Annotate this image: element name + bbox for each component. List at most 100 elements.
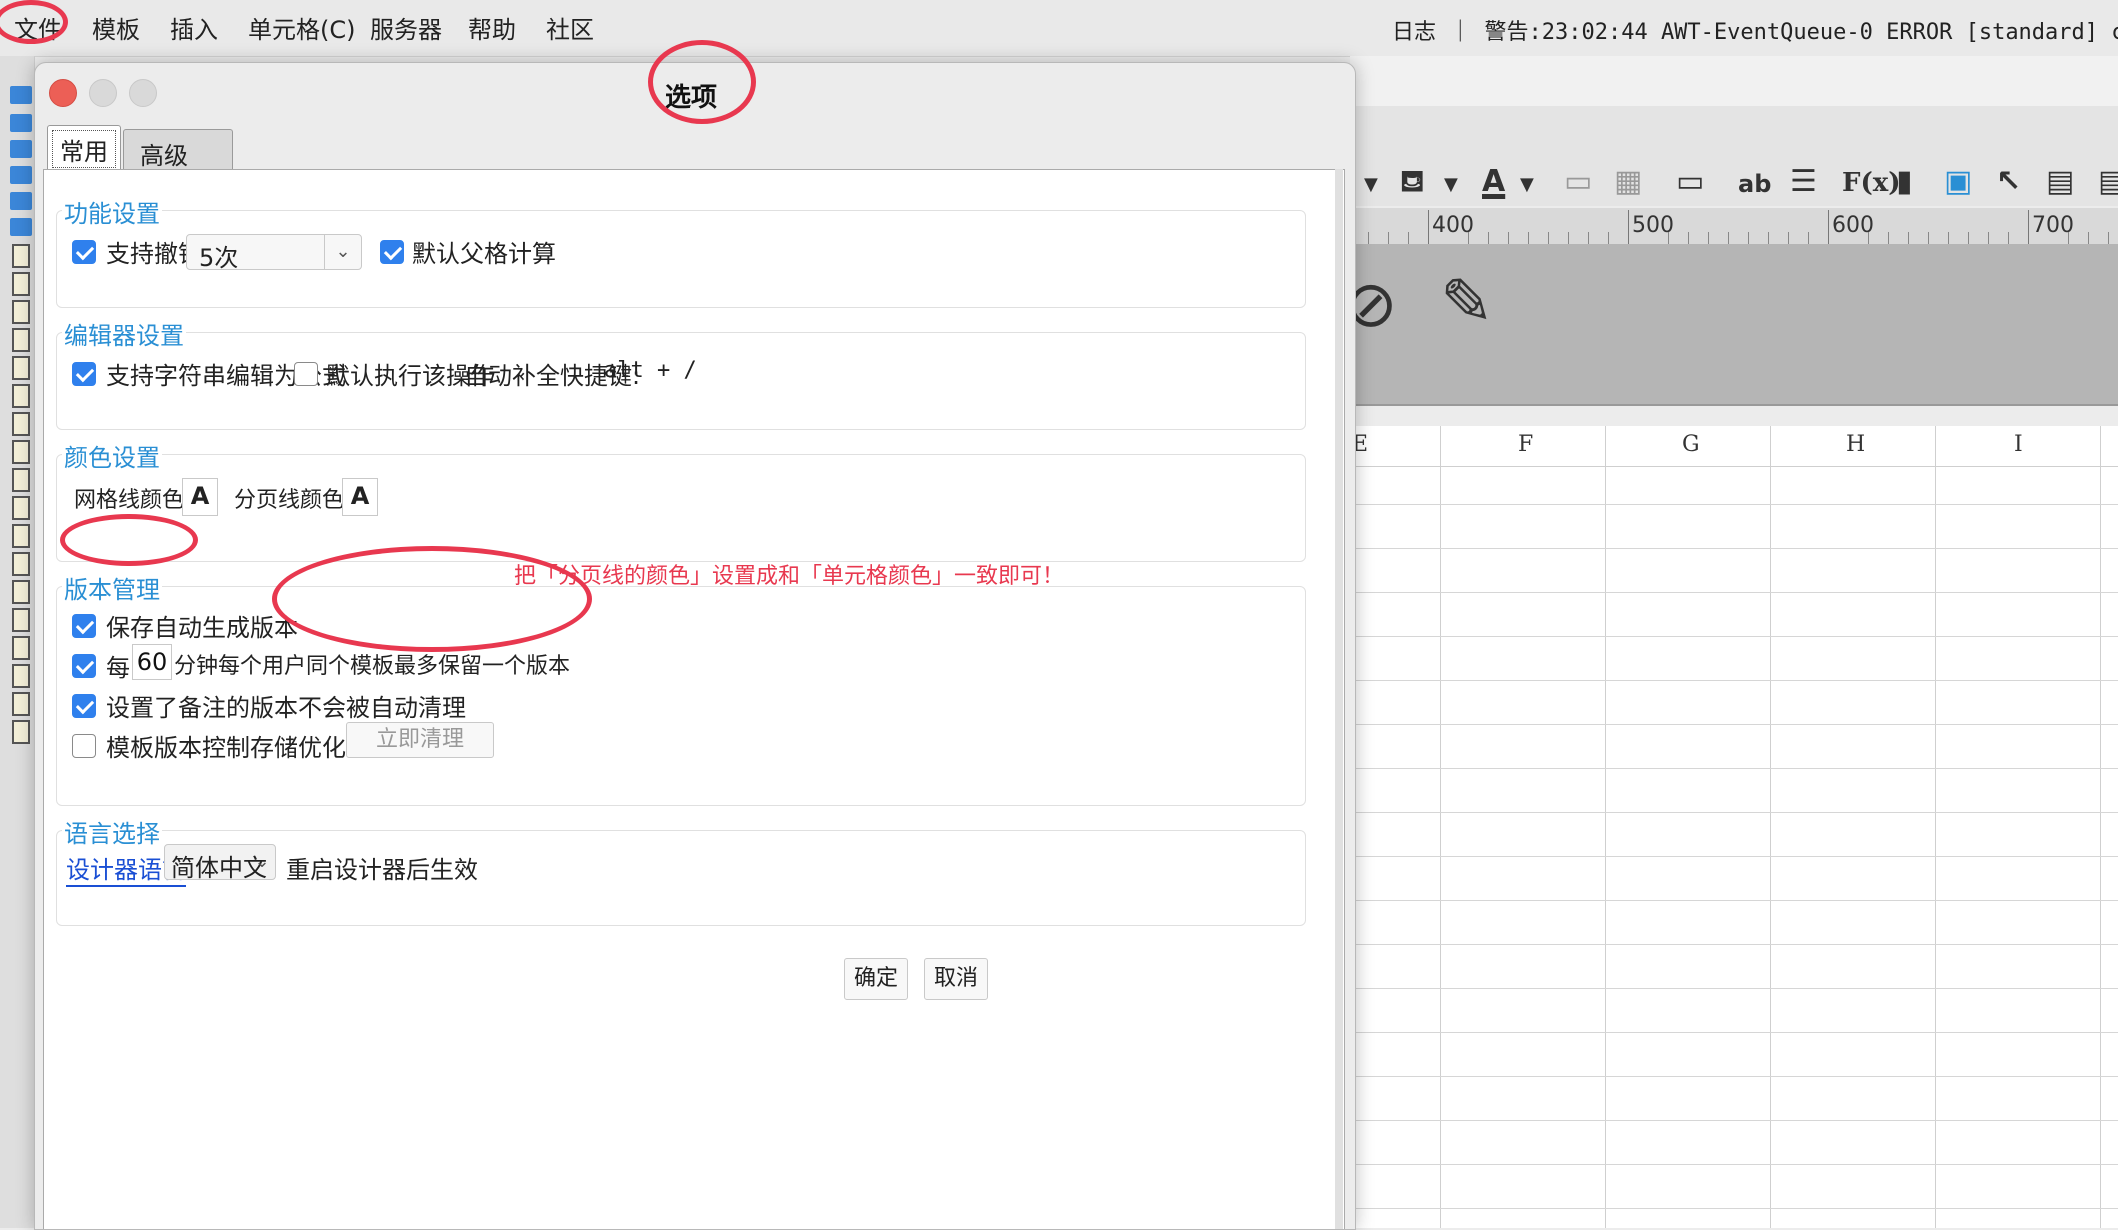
folder-icon[interactable] — [10, 218, 32, 236]
spreadsheet-grid[interactable] — [1350, 426, 2118, 1228]
paint-bucket-icon[interactable]: ⛾ — [1400, 164, 1425, 203]
file-icon[interactable] — [12, 440, 30, 464]
annotation-ellipse-page-line-color — [272, 546, 592, 652]
file-icon[interactable] — [12, 468, 30, 492]
undo-count-select[interactable]: 5次 ⌄ — [186, 234, 362, 272]
folder-icon[interactable] — [10, 114, 32, 132]
merge-icon[interactable]: ▭ — [1676, 164, 1704, 199]
chevron-down-icon[interactable]: ⌄ — [249, 845, 275, 879]
column-label[interactable]: I — [2014, 432, 2023, 457]
clean-now-button[interactable]: 立即清理 — [346, 722, 494, 758]
grid-icon[interactable]: ▦ — [1614, 164, 1642, 199]
file-icon[interactable] — [12, 636, 30, 660]
file-icon[interactable] — [12, 608, 30, 632]
image-icon[interactable]: ▣ — [1944, 164, 1972, 199]
chevron-down-icon[interactable]: ▼ — [1444, 174, 1458, 195]
file-icon[interactable] — [12, 720, 30, 744]
options-dialog: 选项 常用 高级 功能设置 支持撤销 5次 ⌄ 默认父格计算 编辑器设置 支持字… — [34, 62, 1356, 1230]
annotation-ellipse-color-settings — [60, 514, 198, 566]
column-header: E F G H I — [1350, 426, 2118, 467]
menu-cell[interactable]: 单元格(C) — [248, 10, 355, 45]
parent-calc-checkbox[interactable] — [380, 240, 404, 264]
file-icon[interactable] — [12, 496, 30, 520]
function-settings-title: 功能设置 — [62, 194, 162, 229]
string-formula-checkbox[interactable] — [72, 362, 96, 386]
minimize-button[interactable] — [89, 79, 117, 107]
tab-general[interactable]: 常用 — [47, 125, 121, 170]
chevron-down-icon[interactable]: ⌄ — [324, 235, 361, 269]
language-select[interactable]: 简体中文 ⌄ — [164, 844, 276, 882]
remark-protect-checkbox[interactable] — [72, 694, 96, 718]
file-icon[interactable] — [12, 692, 30, 716]
file-icon[interactable] — [12, 664, 30, 688]
color-settings-title: 颜色设置 — [62, 438, 162, 473]
grid-line-color-button[interactable]: A — [182, 478, 218, 516]
tab-content-panel: 功能设置 支持撤销 5次 ⌄ 默认父格计算 编辑器设置 支持字符串编辑为公式 默… — [43, 169, 1345, 1229]
font-color-icon[interactable]: A — [1482, 164, 1505, 199]
menu-server[interactable]: 服务器 — [370, 10, 442, 45]
file-icon[interactable] — [12, 356, 30, 380]
version-interval-checkbox[interactable] — [72, 654, 96, 678]
formula-icon[interactable]: F(x) — [1842, 168, 1901, 198]
column-label[interactable]: G — [1682, 432, 1700, 457]
maximize-button[interactable] — [129, 79, 157, 107]
default-exec-checkbox[interactable] — [294, 362, 318, 386]
menu-insert[interactable]: 插入 — [170, 10, 218, 45]
folder-icon[interactable] — [10, 86, 32, 104]
ruler: 400 500 600 700 — [1350, 208, 2118, 245]
page-line-color-button[interactable]: A — [342, 478, 378, 516]
minutes-input[interactable]: 60 — [132, 644, 172, 680]
pencil-icon[interactable]: ✎ — [1440, 266, 1494, 340]
widget-panel: ⊘ ✎ — [1344, 244, 2118, 406]
auto-version-label: 保存自动生成版本 — [106, 614, 298, 642]
column-label[interactable]: F — [1518, 432, 1533, 457]
folder-icon[interactable] — [10, 166, 32, 184]
ok-button[interactable]: 确定 — [844, 958, 908, 1000]
folder-icon[interactable] — [10, 140, 32, 158]
restart-note: 重启设计器后生效 — [286, 856, 478, 884]
file-icon[interactable] — [12, 272, 30, 296]
version-management-title: 版本管理 — [62, 570, 162, 605]
menu-template[interactable]: 模板 — [92, 10, 140, 45]
chevron-down-icon[interactable]: ▼ — [1520, 174, 1534, 195]
tab-advanced[interactable]: 高级 — [123, 129, 233, 170]
storage-optimize-checkbox[interactable] — [72, 734, 96, 758]
auto-version-checkbox[interactable] — [72, 614, 96, 638]
cancel-button[interactable]: 取消 — [924, 958, 988, 1000]
file-icon[interactable] — [12, 328, 30, 352]
file-icon[interactable] — [12, 524, 30, 548]
folder-icon[interactable] — [10, 192, 32, 210]
close-button[interactable] — [49, 79, 77, 107]
menu-help[interactable]: 帮助 — [468, 10, 516, 45]
dialog-scrollbar[interactable] — [1335, 169, 1343, 1229]
every-label: 每 — [106, 654, 130, 682]
remark-protect-label: 设置了备注的版本不会被自动清理 — [106, 694, 466, 722]
page-line-color-label: 分页线颜色: — [234, 488, 352, 513]
parent-calc-label: 默认父格计算 — [412, 240, 556, 268]
slash-icon[interactable]: ↖ — [1996, 164, 2021, 199]
text-ab-icon[interactable]: ab — [1738, 170, 1771, 198]
undo-checkbox[interactable] — [72, 240, 96, 264]
file-icon[interactable] — [12, 412, 30, 436]
minutes-suffix-label: 分钟每个用户同个模板最多保留一个版本 — [174, 654, 571, 679]
file-icon[interactable] — [12, 300, 30, 324]
log-status[interactable]: 日志 ｜ 警告:23:02:44 AWT-EventQueue-0 ERROR … — [1392, 14, 2118, 46]
tab-general-label: 常用 — [60, 138, 108, 166]
border-icon[interactable]: ▭ — [1564, 164, 1592, 199]
menu-community[interactable]: 社区 — [546, 10, 594, 45]
grid-line-color-label: 网格线颜色: — [74, 488, 192, 513]
file-icon[interactable] — [12, 580, 30, 604]
language-title: 语言选择 — [62, 814, 162, 849]
align-icon[interactable]: ☰ — [1790, 164, 1817, 199]
file-icon[interactable] — [12, 552, 30, 576]
template-tree-strip — [0, 56, 35, 1228]
file-icon[interactable] — [12, 244, 30, 268]
editor-settings-title: 编辑器设置 — [62, 316, 186, 351]
file-icon[interactable] — [12, 384, 30, 408]
column-label[interactable]: H — [1846, 432, 1865, 457]
print-icon[interactable]: ▤ — [2098, 164, 2118, 199]
document-icon[interactable]: ▤ — [2046, 164, 2074, 199]
tab-advanced-label: 高级 — [140, 142, 188, 170]
chart-icon[interactable]: ▮ — [1896, 164, 1913, 199]
chevron-down-icon[interactable]: ▼ — [1364, 174, 1378, 195]
